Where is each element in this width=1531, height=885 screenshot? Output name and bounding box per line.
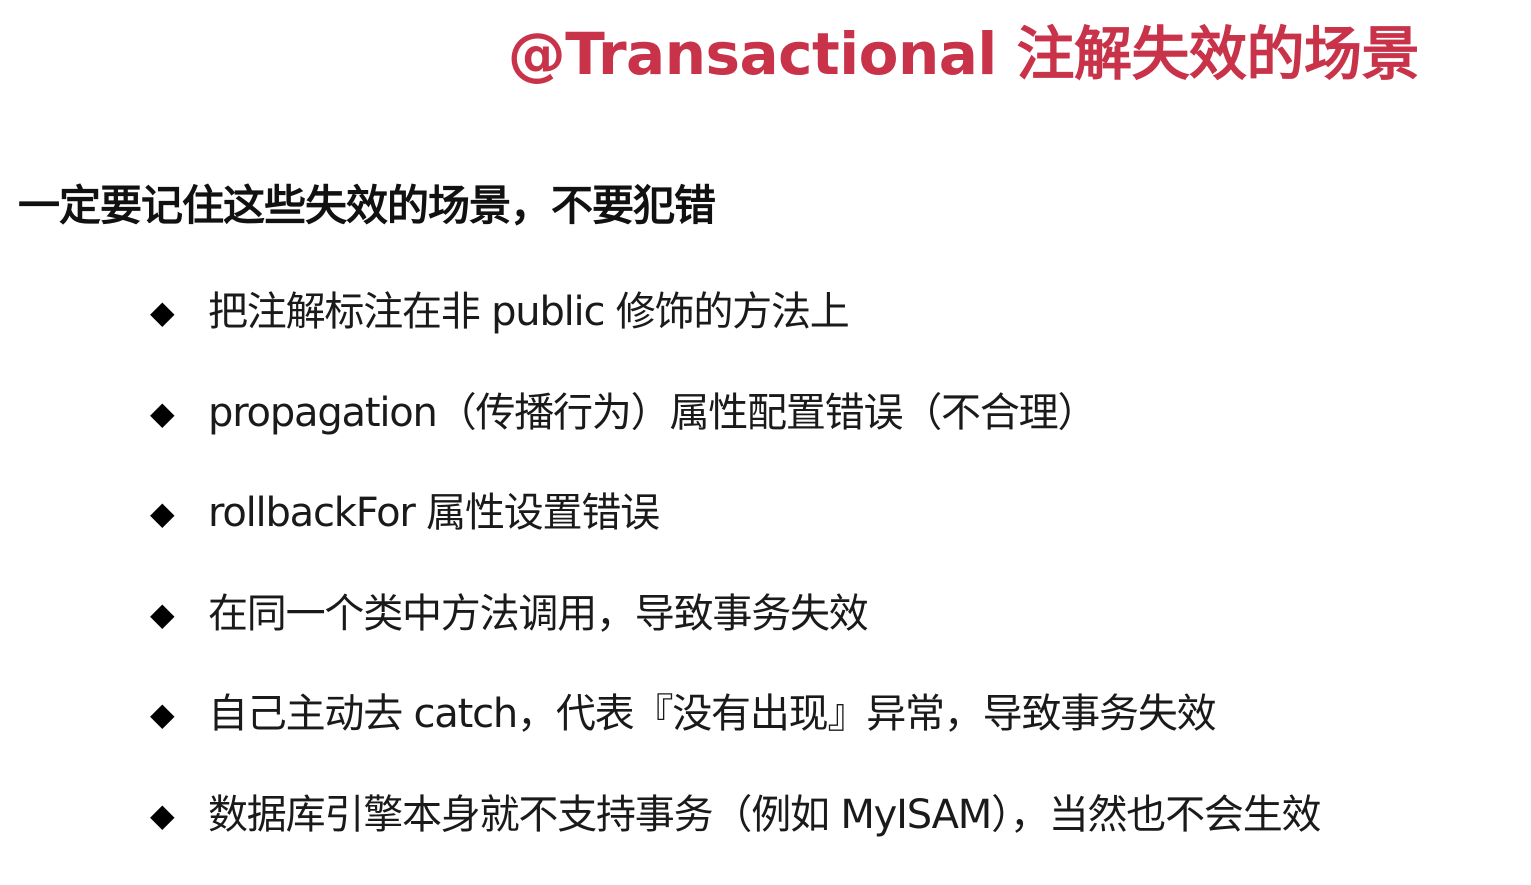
diamond-bullet-icon: ◆ [150, 795, 175, 834]
bullet-text: 在同一个类中方法调用，导致事务失效 [208, 590, 869, 637]
diamond-bullet-icon: ◆ [150, 695, 175, 733]
bullet-item-same-class-call: ◆ 在同一个类中方法调用，导致事务失效 [150, 584, 1320, 644]
bullet-text: 自己主动去 catch，代表『没有出现』异常，导致事务失效 [208, 691, 1217, 737]
slide-title: @Transactional 注解失效的场景 [507, 20, 1420, 88]
diamond-bullet-icon: ◆ [150, 293, 175, 331]
bullet-list: ◆ 把注解标注在非 public 修饰的方法上 ◆ propagation（传播… [150, 282, 1322, 885]
bullet-text: propagation（传播行为）属性配置错误（不合理） [208, 389, 1097, 436]
bullet-text: rollbackFor 属性设置错误 [208, 490, 660, 536]
bullet-item-non-public-method: ◆ 把注解标注在非 public 修饰的方法上 [150, 282, 1320, 342]
bullet-text: 数据库引擎本身就不支持事务（例如 MyISAM），当然也不会生效 [208, 791, 1322, 838]
diamond-bullet-icon: ◆ [150, 594, 175, 633]
slide: @Transactional 注解失效的场景 一定要记住这些失效的场景，不要犯错… [0, 0, 1531, 857]
bullet-item-catch-exception: ◆ 自己主动去 catch，代表『没有出现』异常，导致事务失效 [150, 684, 1320, 744]
diamond-bullet-icon: ◆ [150, 494, 175, 532]
diamond-bullet-icon: ◆ [150, 393, 175, 432]
bullet-item-rollbackfor: ◆ rollbackFor 属性设置错误 [150, 483, 1320, 543]
bullet-text: 把注解标注在非 public 修饰的方法上 [208, 289, 850, 335]
slide-subtitle: 一定要记住这些失效的场景，不要犯错 [18, 181, 716, 230]
bullet-item-db-engine: ◆ 数据库引擎本身就不支持事务（例如 MyISAM），当然也不会生效 [150, 785, 1322, 845]
bullet-item-propagation: ◆ propagation（传播行为）属性配置错误（不合理） [150, 383, 1320, 443]
